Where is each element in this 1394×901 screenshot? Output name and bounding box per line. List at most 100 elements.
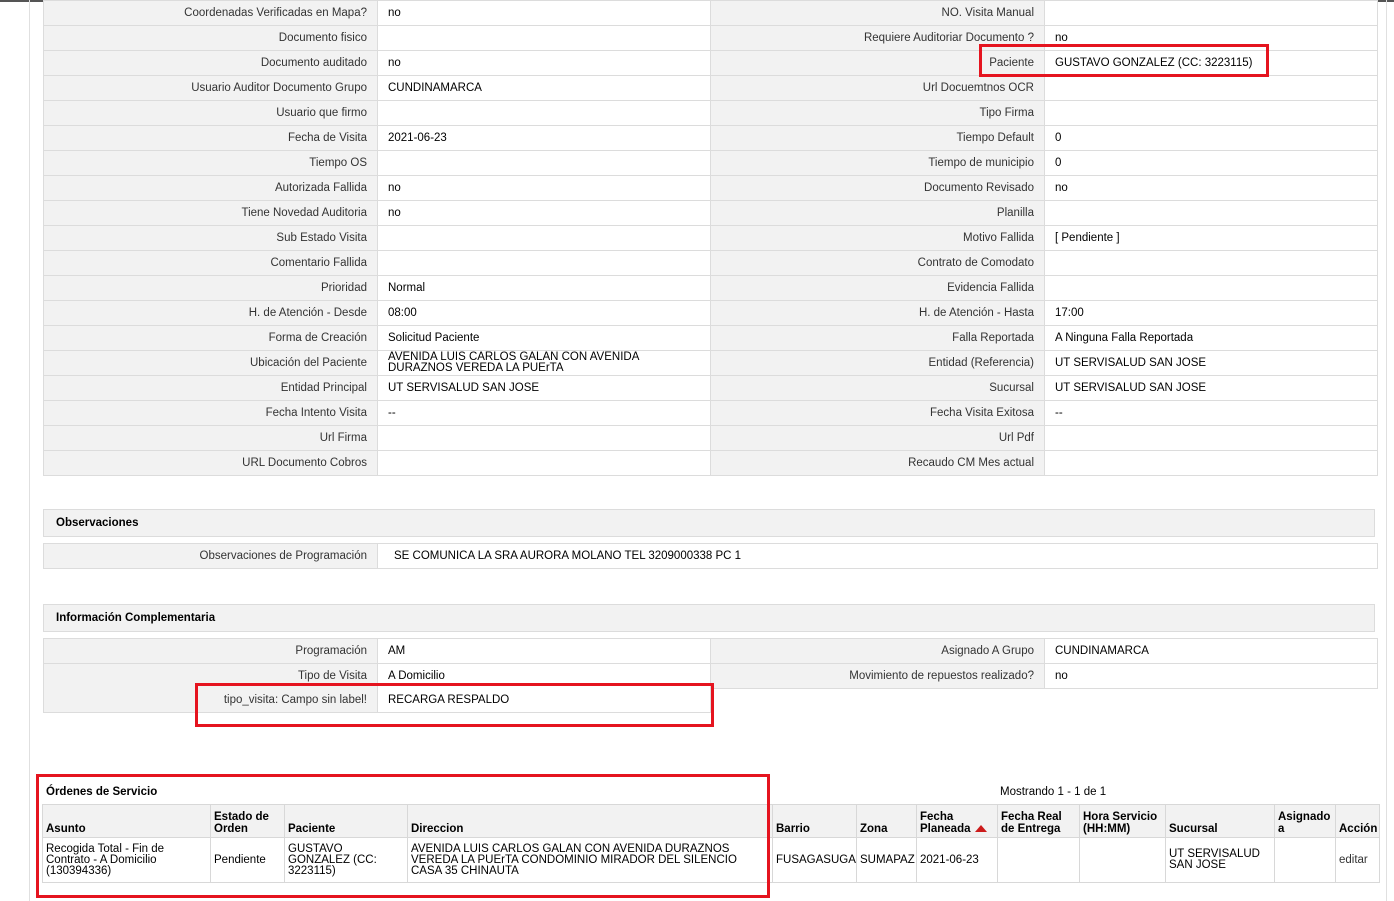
no-visita-manual-value xyxy=(1045,1,1378,26)
entidad-principal-label: Entidad Principal xyxy=(44,376,378,401)
tipo-firma-label: Tipo Firma xyxy=(711,101,1045,126)
entidad-referencia-label: Entidad (Referencia) xyxy=(711,351,1045,376)
col-sucursal[interactable]: Sucursal xyxy=(1165,804,1275,838)
motivo-fallida-value: [ Pendiente ] xyxy=(1045,226,1378,251)
ordenes-count: Mostrando 1 - 1 de 1 xyxy=(1000,786,1107,798)
falla-reportada-label: Falla Reportada xyxy=(711,326,1045,351)
cell-fecha-real xyxy=(997,837,1080,883)
contrato-de-comodato-label: Contrato de Comodato xyxy=(711,251,1045,276)
col-estado-label: Estado de Orden xyxy=(214,811,269,835)
col-fecha-real[interactable]: Fecha Real de Entrega xyxy=(997,804,1080,838)
url-pdf-label: Url Pdf xyxy=(711,426,1045,451)
col-barrio[interactable]: Barrio xyxy=(772,804,857,838)
cell-paciente: GUSTAVO GONZALEZ (CC: 3223115) xyxy=(284,837,408,883)
col-asunto-label: Asunto xyxy=(46,823,86,835)
observaciones-value: SE COMUNICA LA SRA AURORA MOLANO TEL 320… xyxy=(378,544,1378,569)
documento-fisico-value xyxy=(378,26,711,51)
movimiento-de-repuestos-realizado-label: Movimiento de repuestos realizado? xyxy=(711,664,1045,689)
sub-estado-visita-value xyxy=(378,226,711,251)
documento-auditado-value: no xyxy=(378,51,711,76)
cell-barrio: FUSAGASUGA xyxy=(772,837,857,883)
url-firma-label: Url Firma xyxy=(44,426,378,451)
tipo-de-visita-label: Tipo de Visita xyxy=(44,664,378,689)
planilla-label: Planilla xyxy=(711,201,1045,226)
col-zona-label: Zona xyxy=(860,823,888,835)
cell-hora-servicio xyxy=(1079,837,1166,883)
frame-right-border xyxy=(1386,0,1387,901)
requiere-auditoriar-documento-label: Requiere Auditoriar Documento ? xyxy=(711,26,1045,51)
cell-sucursal: UT SERVISALUD SAN JOSE xyxy=(1165,837,1275,883)
documento-auditado-label: Documento auditado xyxy=(44,51,378,76)
tiene-novedad-auditoria-label: Tiene Novedad Auditoria xyxy=(44,201,378,226)
observaciones-title: Observaciones xyxy=(56,517,139,529)
col-asignado[interactable]: Asignado a xyxy=(1274,804,1336,838)
programacion-label: Programación xyxy=(44,639,378,664)
cell-fecha-planeada: 2021-06-23 xyxy=(916,837,998,883)
col-estado[interactable]: Estado de Orden xyxy=(210,804,285,838)
col-fecha-planeada[interactable]: Fecha Planeada xyxy=(916,804,998,838)
col-paciente[interactable]: Paciente xyxy=(284,804,408,838)
col-barrio-label: Barrio xyxy=(776,823,810,835)
falla-reportada-value: A Ninguna Falla Reportada xyxy=(1045,326,1378,351)
sucursal-value: UT SERVISALUD SAN JOSE xyxy=(1045,376,1378,401)
no-visita-manual-label: NO. Visita Manual xyxy=(711,1,1045,26)
entidad-principal-value: UT SERVISALUD SAN JOSE xyxy=(378,376,711,401)
url-firma-value xyxy=(378,426,711,451)
col-paciente-label: Paciente xyxy=(288,823,336,835)
movimiento-de-repuestos-realizado-value: no xyxy=(1045,664,1378,689)
comentario-fallida-label: Comentario Fallida xyxy=(44,251,378,276)
cell-accion: editar xyxy=(1335,837,1380,883)
tiempo-de-municipio-value: 0 xyxy=(1045,151,1378,176)
tiempo-os-value xyxy=(378,151,711,176)
table-row: Recogida Total - Fin de Contrato - A Dom… xyxy=(42,837,1380,883)
forma-de-creacion-label: Forma de Creación xyxy=(44,326,378,351)
col-zona[interactable]: Zona xyxy=(856,804,917,838)
contrato-de-comodato-value xyxy=(1045,251,1378,276)
cell-asunto: Recogida Total - Fin de Contrato - A Dom… xyxy=(42,837,211,883)
cell-asignado xyxy=(1274,837,1336,883)
fecha-visita-exitosa-value: -- xyxy=(1045,401,1378,426)
editar-link[interactable]: editar xyxy=(1339,854,1368,866)
complementaria-extra-row: tipo_visita: Campo sin label! RECARGA RE… xyxy=(43,688,712,713)
observaciones-row: Observaciones de Programación SE COMUNIC… xyxy=(43,543,1378,569)
col-fecha-real-label: Fecha Real de Entrega xyxy=(1001,811,1062,835)
recaudo-cm-mes-actual-label: Recaudo CM Mes actual xyxy=(711,451,1045,476)
coordenadas-verificadas-en-mapa-label: Coordenadas Verificadas en Mapa? xyxy=(44,1,378,26)
col-asignado-label: Asignado a xyxy=(1278,811,1331,835)
sucursal-label: Sucursal xyxy=(711,376,1045,401)
detail-grid: Coordenadas Verificadas en Mapa? no NO. Vi… xyxy=(43,0,1378,476)
col-accion-label: Acción xyxy=(1339,823,1378,835)
col-accion: Acción xyxy=(1335,804,1380,838)
evidencia-fallida-value xyxy=(1045,276,1378,301)
complementaria-title: Información Complementaria xyxy=(56,612,216,624)
ordenes-header-row: Asunto Estado de Orden Paciente Direccio… xyxy=(42,804,1380,838)
col-hora-servicio[interactable]: Hora Servicio (HH:MM) xyxy=(1079,804,1166,838)
programacion-value: AM xyxy=(378,639,711,664)
tiene-novedad-auditoria-value: no xyxy=(378,201,711,226)
col-direccion[interactable]: Direccion xyxy=(407,804,773,838)
col-asunto[interactable]: Asunto xyxy=(42,804,211,838)
recaudo-cm-mes-actual-value xyxy=(1045,451,1378,476)
documento-fisico-label: Documento fisico xyxy=(44,26,378,51)
tiempo-default-label: Tiempo Default xyxy=(711,126,1045,151)
observaciones-label: Observaciones de Programación xyxy=(44,544,378,569)
evidencia-fallida-label: Evidencia Fallida xyxy=(711,276,1045,301)
forma-de-creacion-value: Solicitud Paciente xyxy=(378,326,711,351)
motivo-fallida-label: Motivo Fallida xyxy=(711,226,1045,251)
ordenes-table: Asunto Estado de Orden Paciente Direccio… xyxy=(42,804,1380,883)
fecha-de-visita-label: Fecha de Visita xyxy=(44,126,378,151)
entidad-referencia-value: UT SERVISALUD SAN JOSE xyxy=(1045,351,1378,376)
col-hora-servicio-label: Hora Servicio (HH:MM) xyxy=(1083,811,1158,835)
h-de-atencion-hasta-value: 17:00 xyxy=(1045,301,1378,326)
url-docuemtnos-ocr-value xyxy=(1045,76,1378,101)
paciente-value: GUSTAVO GONZALEZ (CC: 3223115) xyxy=(1045,51,1378,76)
tiempo-de-municipio-label: Tiempo de municipio xyxy=(711,151,1045,176)
complementaria-header: Información Complementaria xyxy=(43,604,1375,632)
planilla-value xyxy=(1045,201,1378,226)
complementaria-grid: Programación AM Asignado A Grupo CUNDINAMAR… xyxy=(43,638,1378,689)
tipo-firma-value xyxy=(1045,101,1378,126)
cell-estado: Pendiente xyxy=(210,837,285,883)
fecha-intento-visita-value: -- xyxy=(378,401,711,426)
requiere-auditoriar-documento-value: no xyxy=(1045,26,1378,51)
ubicacion-del-paciente-value: AVENIDA LUIS CARLOS GALAN CON AVENIDA DU… xyxy=(378,351,711,376)
